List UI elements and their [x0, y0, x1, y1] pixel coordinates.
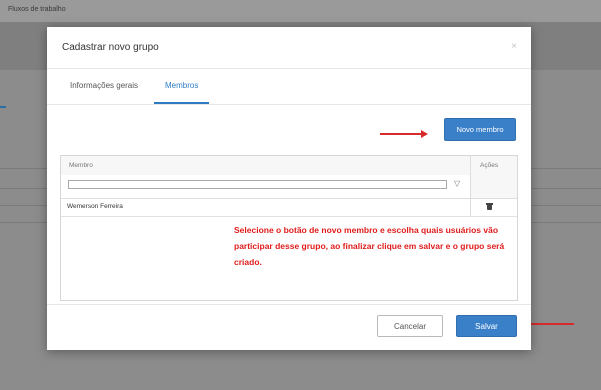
background-divider — [531, 205, 601, 206]
arrow-head — [421, 130, 428, 138]
column-divider — [470, 156, 471, 217]
app-top-bar: Fluxos de trabalho — [0, 0, 601, 22]
background-divider — [0, 205, 47, 206]
column-header-member[interactable]: Membro — [69, 162, 93, 169]
background-tab-indicator — [0, 106, 6, 108]
filter-icon[interactable]: ▽ — [454, 179, 460, 188]
filter-actions-cell — [471, 175, 517, 198]
modal-title: Cadastrar novo grupo — [62, 42, 159, 53]
trash-icon[interactable] — [486, 203, 493, 210]
member-filter-input[interactable] — [68, 180, 447, 189]
background-divider — [531, 188, 601, 189]
new-group-modal: Cadastrar novo grupo × Informações gerai… — [47, 27, 531, 350]
new-member-button[interactable]: Novo membro — [444, 118, 516, 141]
tabs-divider — [47, 104, 531, 105]
background-divider — [531, 222, 601, 223]
annotation-arrow-save — [522, 320, 574, 328]
background-divider — [531, 168, 601, 169]
annotation-arrow-new-member — [380, 130, 428, 138]
app-title: Fluxos de trabalho — [8, 6, 66, 13]
instruction-annotation: Selecione o botão de novo membro e escol… — [234, 225, 505, 267]
grid-header: Membro Ações — [61, 156, 517, 176]
background-divider — [0, 168, 47, 169]
background-divider — [0, 222, 47, 223]
column-header-actions: Ações — [480, 162, 499, 169]
save-button[interactable]: Salvar — [456, 315, 517, 337]
tab-members[interactable]: Membros — [165, 81, 198, 90]
grid-filter-row: ▽ — [61, 175, 517, 199]
close-icon[interactable]: × — [511, 41, 517, 52]
table-row[interactable]: Wemerson Ferreira — [61, 198, 517, 217]
header-divider — [47, 68, 531, 69]
tab-general-info[interactable]: Informações gerais — [70, 81, 138, 90]
trash-can — [487, 205, 492, 210]
background-divider — [0, 188, 47, 189]
member-name: Wemerson Ferreira — [67, 203, 123, 210]
cancel-button[interactable]: Cancelar — [377, 315, 443, 337]
footer-divider — [47, 304, 531, 305]
